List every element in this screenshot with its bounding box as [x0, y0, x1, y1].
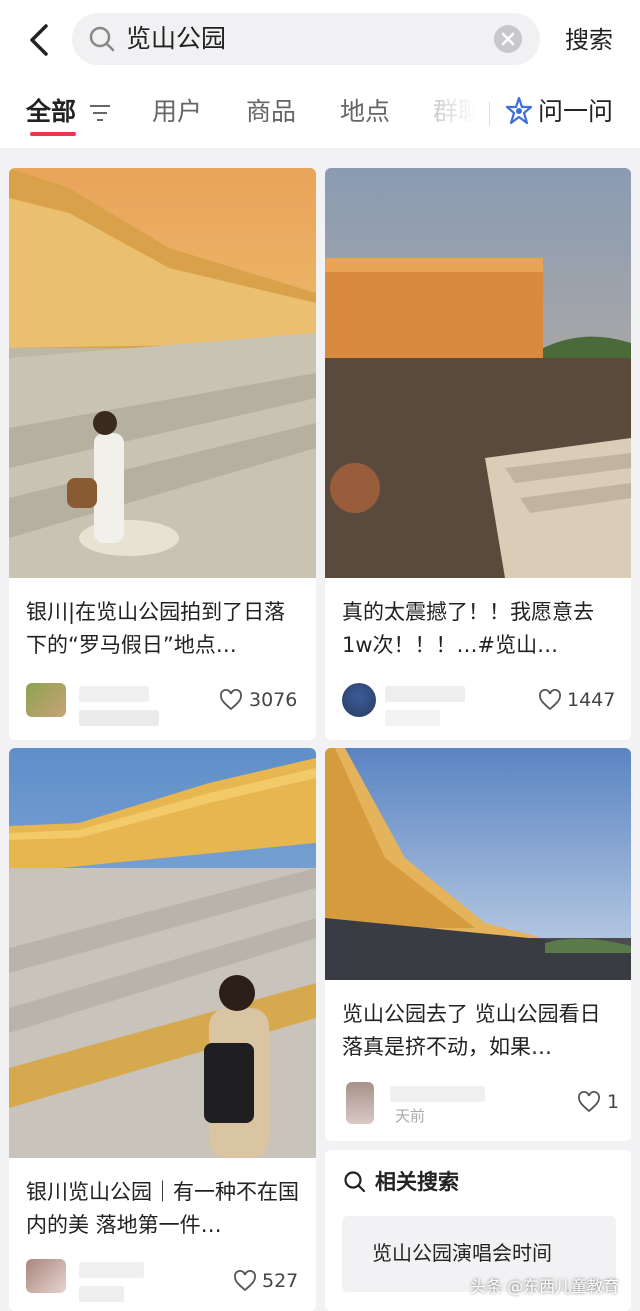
post-title: 真的太震撼了！！我愿意去1w次！！！…#览山… [342, 600, 594, 657]
like-count: 1447 [567, 689, 616, 711]
category-tabs: 全部 用户 商品 地点 群聊 问一问 [0, 80, 640, 148]
ask-sparkle-icon[interactable] [504, 96, 534, 126]
post-title: 银川览山公园｜有一种不在国内的美 落地第一件… [26, 1180, 299, 1237]
heart-icon[interactable] [233, 1270, 257, 1292]
related-search-title: 相关搜索 [375, 1170, 459, 1194]
related-search-label: 览山公园演唱会时间 [372, 1241, 552, 1265]
search-icon [344, 1171, 366, 1193]
post-card[interactable]: 真的太震撼了！！我愿意去1w次！！！…#览山… 1447 [325, 168, 631, 740]
tab-ask[interactable]: 问一问 [538, 96, 613, 128]
post-card[interactable]: 银川览山公园｜有一种不在国内的美 落地第一件… 527 [9, 748, 316, 1311]
like-count: 527 [262, 1270, 299, 1292]
username-blurred [79, 686, 149, 702]
heart-icon[interactable] [577, 1091, 601, 1113]
post-image [9, 748, 316, 1158]
avatar[interactable] [26, 683, 66, 717]
post-time: 天前 [395, 1107, 426, 1125]
tab-divider [489, 102, 490, 126]
filter-icon[interactable] [88, 102, 112, 124]
username-blurred [79, 1286, 124, 1302]
tab-all[interactable]: 全部 [26, 96, 76, 128]
username-blurred [79, 710, 159, 726]
avatar[interactable] [342, 683, 376, 717]
search-header: 览山公园 搜索 [0, 0, 640, 80]
tab-products[interactable]: 商品 [246, 96, 296, 128]
post-title: 览山公园去了 览山公园看日落真是挤不动，如果… [342, 1002, 601, 1059]
back-arrow-icon[interactable] [22, 20, 58, 60]
search-query: 览山公园 [126, 24, 227, 53]
search-button[interactable]: 搜索 [565, 24, 613, 56]
avatar[interactable] [346, 1082, 374, 1124]
like-count: 1 [607, 1091, 620, 1113]
search-icon [89, 26, 115, 52]
post-card[interactable]: 银川|在览山公园拍到了日落下的“罗马假日”地点… 3076 [9, 168, 316, 740]
active-tab-indicator [30, 132, 76, 136]
username-blurred [79, 1262, 144, 1278]
search-input[interactable]: 览山公园 [72, 13, 540, 65]
tab-users[interactable]: 用户 [152, 96, 202, 128]
watermark: 头条 @东西儿童教育 [470, 1277, 620, 1296]
avatar[interactable] [26, 1259, 66, 1293]
post-card[interactable]: 览山公园去了 览山公园看日落真是挤不动，如果… 天前 1 [325, 748, 631, 1141]
tabs-fade [420, 92, 490, 132]
clear-icon[interactable] [494, 25, 522, 53]
tab-places[interactable]: 地点 [340, 96, 390, 128]
heart-icon[interactable] [219, 689, 243, 711]
post-title: 银川|在览山公园拍到了日落下的“罗马假日”地点… [26, 600, 286, 657]
post-image [9, 168, 316, 578]
username-blurred [385, 686, 465, 702]
username-blurred [390, 1086, 485, 1102]
like-count: 3076 [249, 689, 298, 711]
heart-icon[interactable] [538, 689, 562, 711]
username-blurred [385, 710, 440, 726]
post-image [325, 748, 631, 980]
post-image [325, 168, 631, 578]
